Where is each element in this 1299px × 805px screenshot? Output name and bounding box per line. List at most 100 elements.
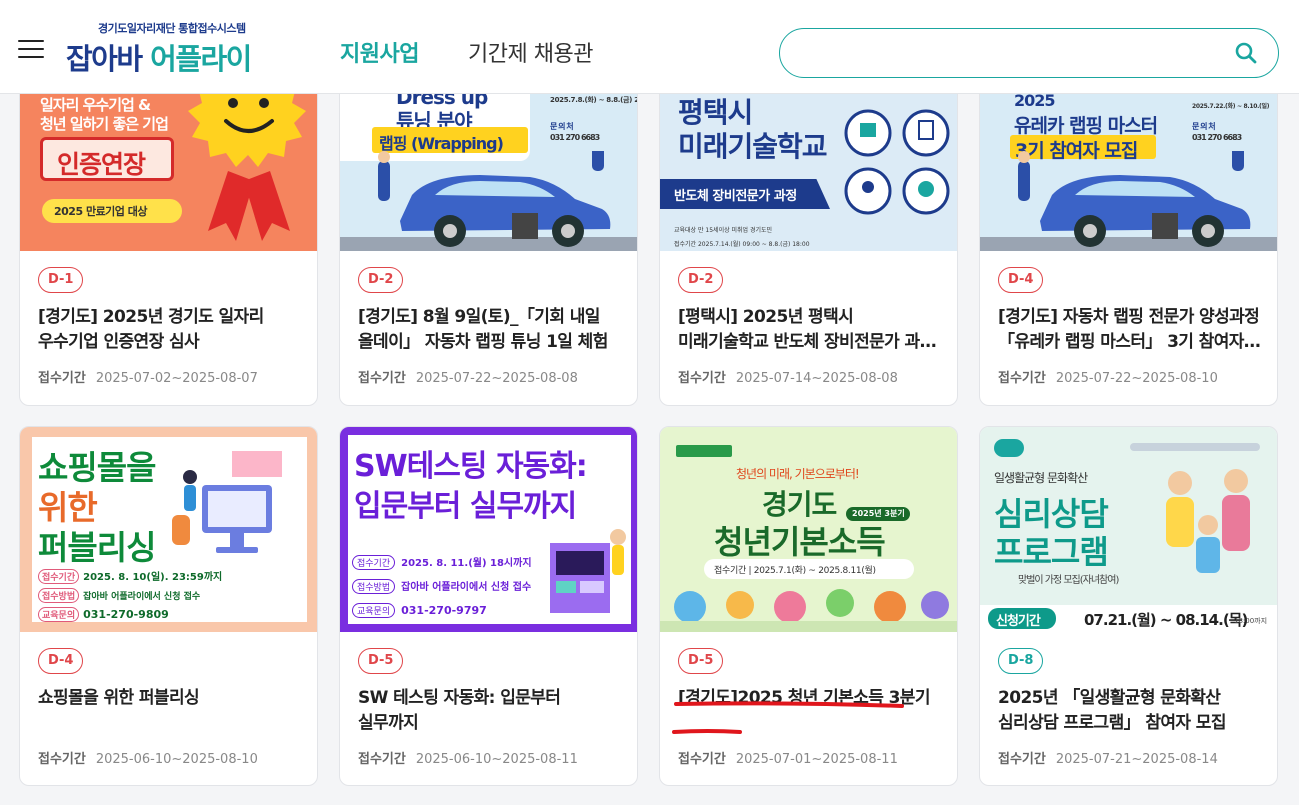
thumb-text: 접수기간 | 2025.7.1(화) ~ 2025.8.11(월) [714,566,876,576]
application-period: 접수기간 2025-07-02~2025-08-07 [38,371,258,386]
thumb-tag: 2025년 3분기 [846,507,910,521]
dday-badge: D-5 [678,648,724,674]
thumb-row: 접수방법 잡아바 어플라이에서 신청 접수 [38,584,222,603]
car-illustration [980,151,1277,251]
dday-badge: D-4 [998,267,1044,293]
menu-icon[interactable] [18,40,44,62]
thumb-text: 031-270-9797 [401,604,487,617]
thumb-text: 2025 만료기업 대상 [54,205,148,218]
program-card[interactable]: 일자리 우수기업 & 청년 일하기 좋은 기업 인증연장 2025 만료기업 대… [19,60,318,406]
dday-badge: D-2 [358,267,404,293]
header: 경기도일자리재단 통합접수시스템 잡아바 어플라이 지원사업 기간제 채용관 [0,0,1299,94]
dday-badge: D-1 [38,267,84,293]
card-thumbnail: SW테스팅 자동화: 입문부터 실무까지 접수기간 2025. 8. 11.(월)… [340,427,637,632]
card-body: D-5 SW 테스팅 자동화: 입문부터 실무까지 접수기간 2025-06-10… [358,648,623,767]
thumb-badge: 2025 만료기업 대상 [42,199,182,223]
thumb-text: 2025. 8. 10(일). 23:59까지 [83,572,223,583]
card-body: D-4 쇼핑몰을 위한 퍼블리싱 접수기간 2025-06-10~2025-08-… [38,648,303,767]
card-body: D-4 [경기도] 자동차 랩핑 전문가 양성과정 「유레카 랩핑 마스터」 3… [998,267,1263,386]
thumb-text: 입문부터 실무까지 [354,489,577,524]
thumb-text: 교육문의 [352,603,396,618]
thumb-text: 잡아바 어플라이에서 신청 접수 [401,582,532,593]
thumb-text: 유레카 랩핑 마스터 [1014,115,1158,137]
thumb-course-bar: 반도체 장비전문가 과정 [660,179,830,209]
search-box [779,28,1279,78]
application-period: 접수기간 2025-07-21~2025-08-14 [998,752,1218,767]
thumb-text: 교육대상 만 15세이상 미취업 경기도민 [674,227,773,234]
server-illustration [550,529,626,613]
card-title[interactable]: [평택시] 2025년 평택시 미래기술학교 반도체 장비전문가 과정 교육생 … [678,305,943,355]
logo-title: 잡아바 어플라이 [66,42,252,76]
thumb-text: SW테스팅 자동화: [354,449,588,484]
card-body: D-2 [평택시] 2025년 평택시 미래기술학교 반도체 장비전문가 과정 … [678,267,943,386]
thumb-tag: 랩핑 (Wrapping) [372,127,528,153]
program-card[interactable]: Dress up 튜닝 분야 랩핑 (Wrapping) 2025.7.8.(화… [339,60,638,406]
thumb-row: 교육문의 031-270-9797 [352,599,532,618]
thumb-text: 2025.7.22.(화) ~ 8.10.(일) [1192,103,1270,110]
card-body: D-2 [경기도] 8월 9일(토)_「기회 내일 올데이」 자동차 랩핑 튜닝… [358,267,623,386]
certification-stamp: 인증연장 [40,137,174,181]
dday-badge: D-8 [998,648,1044,674]
thumb-text: 퍼블리싱 [38,528,156,567]
thumb-text: 031-270-9809 [83,608,169,621]
program-card[interactable]: 쇼핑몰을 위한 퍼블리싱 접수기간 2025. 8. 10(일). 23:59까지… [19,426,318,786]
thumb-text: 청년 일하기 좋은 기업 [40,115,169,133]
thumb-info-rows: 접수기간 2025. 8. 11.(월) 18시까지 접수방법 잡아바 어플라이에서… [352,551,532,618]
card-title[interactable]: [경기도] 8월 9일(토)_「기회 내일 올데이」 자동차 랩핑 튜닝 1일 … [358,305,623,355]
nav-support-programs[interactable]: 지원사업 [340,36,419,68]
program-card[interactable]: 2025 유레카 랩핑 마스터 3기 참여자 모집 2025.7.22.(화) … [979,60,1278,406]
thumb-text: 2025. 8. 11.(월) 18시까지 [401,558,532,569]
dday-badge: D-5 [358,648,404,674]
logo-subtitle: 경기도일자리재단 통합접수시스템 [98,22,246,35]
application-period: 접수기간 2025-06-10~2025-08-10 [38,752,258,767]
thumb-text: 18:00까지 [1234,617,1268,625]
card-title[interactable]: 쇼핑몰을 위한 퍼블리싱 [38,686,303,736]
thumb-text: 접수기간 2025.7.14.(월) 09:00 ~ 8.8.(금) 18:00 [674,241,810,248]
application-period: 접수기간 2025-07-01~2025-08-11 [678,752,898,767]
thumb-text: 문 의 처 [1192,122,1216,131]
thumb-text: 07.21.(월) ~ 08.14.(목) [1084,611,1248,629]
thumb-text: 일생활균형 문화확산 [994,471,1088,485]
search-input[interactable] [800,39,1220,67]
thumb-text: 접수방법 [38,588,80,603]
thumb-row: 접수기간 2025. 8. 11.(월) 18시까지 [352,551,532,570]
application-period: 접수기간 2025-07-22~2025-08-08 [358,371,578,386]
apply-period-label: 신청기간 [988,608,1056,629]
thumb-text: 접수기간 [38,569,80,584]
card-title[interactable]: SW 테스팅 자동화: 입문부터 실무까지 [358,686,623,736]
search-icon[interactable] [1234,41,1258,65]
thumb-text: 신청기간 [996,614,1041,629]
thumb-text: 교육문의 [38,607,80,622]
card-title[interactable]: [경기도] 자동차 랩핑 전문가 양성과정 「유레카 랩핑 마스터」 3기 참여… [998,305,1263,355]
partner-logos [994,439,1024,457]
program-card[interactable]: SW테스팅 자동화: 입문부터 실무까지 접수기간 2025. 8. 11.(월)… [339,426,638,786]
dday-badge: D-2 [678,267,724,293]
thumb-text: 031 270 6683 [1192,133,1242,142]
card-thumbnail: 일생활균형 문화확산 심리상담 프로그램 맞벌이 가정 모집(자녀참여) 신청기… [980,427,1277,632]
card-title[interactable]: 2025년 「일생활균형 문화확산 심리상담 프로그램」 참여자 모집 [998,686,1263,736]
computer-illustration [172,451,282,553]
thumb-text: 잡아바 어플라이에서 신청 접수 [83,592,201,602]
thumb-text: 일자리 우수기업 & [40,96,151,114]
thumb-text: 미래기술학교 [678,130,828,163]
card-title[interactable]: [경기도] 2025년 경기도 일자리 우수기업 인증연장 심사 [38,305,303,355]
program-card[interactable]: 청년의 미래, 기본으로부터! 경기도 청년기본소득 2025년 3분기 접수기… [659,426,958,786]
thumb-text: 031 270 6683 [550,133,600,142]
feature-icons [844,109,950,215]
logo[interactable]: 경기도일자리재단 통합접수시스템 잡아바 어플라이 [66,18,286,76]
thumb-text: 청년의 미래, 기본으로부터! [736,467,860,481]
thumb-text: 반도체 장비전문가 과정 [674,189,797,204]
thumb-text: 인증연장 [57,150,146,179]
program-card[interactable]: 일생활균형 문화확산 심리상담 프로그램 맞벌이 가정 모집(자녀참여) 신청기… [979,426,1278,786]
card-title[interactable]: [경기도]2025 청년 기본소득 3분기 [678,686,943,736]
card-thumbnail: 쇼핑몰을 위한 퍼블리싱 접수기간 2025. 8. 10(일). 23:59까지… [20,427,317,632]
thumb-text: 2025.7.8.(화) ~ 8.8.(금) 24:00까지 [550,96,637,104]
program-card[interactable]: 평택시 미래기술학교 반도체 장비전문가 과정 교육대상 만 15세이상 미취업… [659,60,958,406]
thumb-text: 문 의 처 [550,122,574,131]
partner-logos [1130,443,1260,451]
thumb-info-rows: 접수기간 2025. 8. 10(일). 23:59까지 접수방법 잡아바 어플라이… [38,565,223,622]
nav-temp-jobs[interactable]: 기간제 채용관 [468,36,593,68]
thumb-text: 2025년 3분기 [852,509,905,518]
thumb-period-bar: 접수기간 | 2025.7.1(화) ~ 2025.8.11(월) [704,559,914,579]
application-period: 접수기간 2025-07-14~2025-08-08 [678,371,898,386]
